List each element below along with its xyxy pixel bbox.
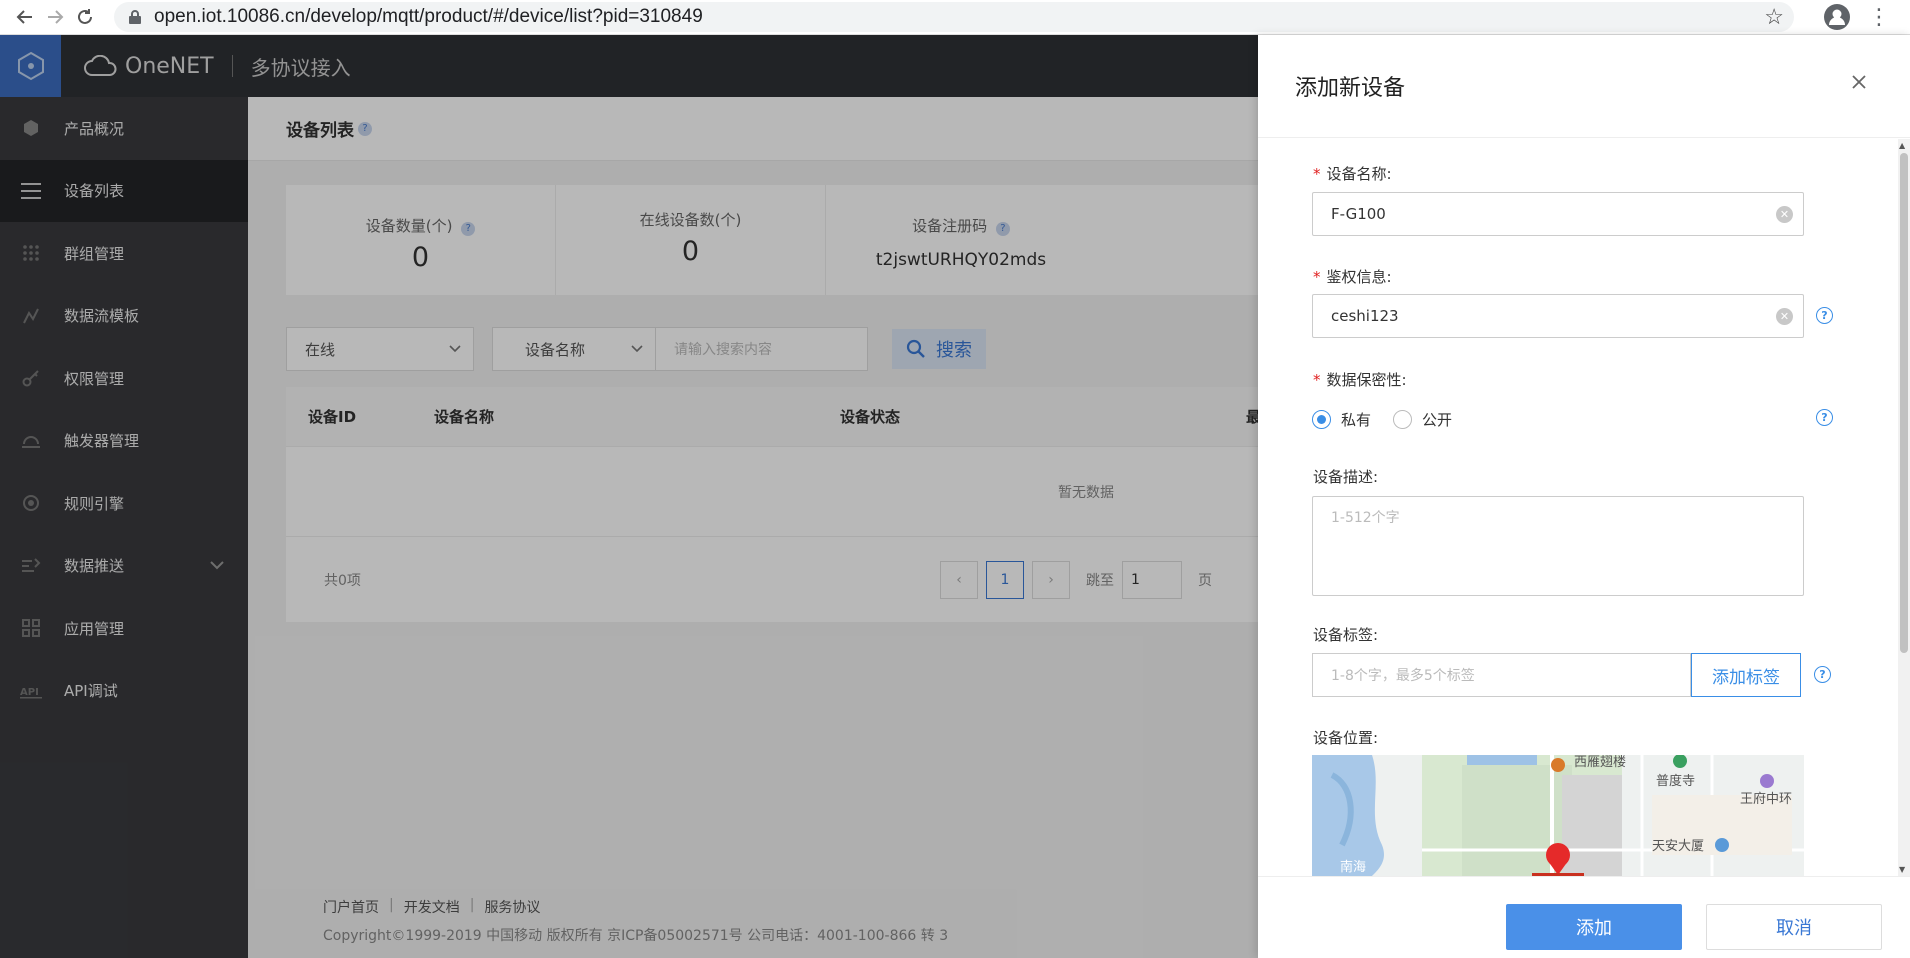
help-icon[interactable]: ? <box>1816 409 1833 426</box>
device-name-value: F-G100 <box>1331 205 1386 223</box>
bookmark-star-icon[interactable]: ☆ <box>1764 4 1784 30</box>
radio-public[interactable] <box>1393 410 1413 429</box>
add-device-button[interactable]: 添加 <box>1506 904 1682 950</box>
browser-menu-icon[interactable]: ⋮ <box>1868 5 1890 30</box>
reload-icon[interactable] <box>70 2 100 32</box>
lock-icon <box>129 10 141 24</box>
clear-input-icon[interactable]: ✕ <box>1776 308 1793 325</box>
drawer-header: 添加新设备 <box>1258 35 1910 138</box>
cancel-button[interactable]: 取消 <box>1706 904 1882 950</box>
scroll-thumb[interactable] <box>1900 153 1908 653</box>
desc-label: 设备描述: <box>1313 468 1379 486</box>
scroll-down-icon[interactable]: ▼ <box>1899 865 1905 874</box>
forward-arrow-icon[interactable] <box>40 2 70 32</box>
auth-label-text: 鉴权信息: <box>1326 268 1392 286</box>
desc-placeholder: 1-512个字 <box>1331 510 1400 526</box>
device-name-label-text: 设备名称: <box>1326 165 1392 183</box>
drawer-body: * 设备名称: F-G100 ✕ * 鉴权信息: ceshi123 ✕ ? * 数据保… <box>1258 139 1910 876</box>
tag-input[interactable]: 1-8个字，最多5个标签 <box>1312 653 1691 697</box>
map-label: 天安大厦 <box>1652 839 1704 854</box>
help-icon[interactable]: ? <box>1816 307 1833 324</box>
url-text: open.iot.10086.cn/develop/mqtt/product/#… <box>154 6 703 27</box>
drawer-scrollbar[interactable]: ▲ ▼ <box>1898 139 1910 876</box>
help-icon[interactable]: ? <box>1814 666 1831 683</box>
required-mark: * <box>1313 371 1321 389</box>
add-device-drawer: 添加新设备 * 设备名称: F-G100 ✕ * 鉴权信息: ceshi123 ✕ … <box>1258 35 1910 958</box>
location-map[interactable]: 西雁翅楼 普度寺 王府中环 天安大厦 南海 <box>1312 755 1804 876</box>
close-icon[interactable] <box>1848 71 1870 93</box>
auth-input[interactable]: ceshi123 ✕ <box>1312 294 1804 338</box>
privacy-radio-group: 私有 公开 <box>1312 409 1452 430</box>
desc-textarea[interactable]: 1-512个字 <box>1312 496 1804 596</box>
drawer-title: 添加新设备 <box>1295 76 1406 101</box>
map-label: 西雁翅楼 <box>1574 755 1626 770</box>
device-name-label: * 设备名称: <box>1313 163 1392 184</box>
auth-value: ceshi123 <box>1331 307 1399 325</box>
radio-private[interactable] <box>1312 410 1331 429</box>
scroll-up-icon[interactable]: ▲ <box>1899 141 1905 150</box>
radio-private-label[interactable]: 私有 <box>1341 409 1371 430</box>
device-name-input[interactable]: F-G100 ✕ <box>1312 192 1804 236</box>
tag-label: 设备标签: <box>1313 626 1379 644</box>
required-mark: * <box>1313 165 1321 183</box>
map-label: 南海 <box>1340 859 1366 875</box>
map-label: 普度寺 <box>1656 773 1695 789</box>
drawer-footer: 添加 取消 <box>1258 876 1910 958</box>
modal-overlay[interactable] <box>0 35 1258 958</box>
profile-avatar-icon[interactable] <box>1824 4 1850 30</box>
radio-public-label[interactable]: 公开 <box>1422 409 1452 430</box>
auth-label: * 鉴权信息: <box>1313 266 1392 287</box>
clear-input-icon[interactable]: ✕ <box>1776 206 1793 223</box>
required-mark: * <box>1313 268 1321 286</box>
location-label: 设备位置: <box>1313 729 1379 747</box>
privacy-label-text: 数据保密性: <box>1326 371 1407 389</box>
address-bar[interactable]: open.iot.10086.cn/develop/mqtt/product/#… <box>114 2 1794 32</box>
back-arrow-icon[interactable] <box>10 2 40 32</box>
add-tag-button[interactable]: 添加标签 <box>1691 653 1801 697</box>
map-tiles: 西雁翅楼 普度寺 王府中环 天安大厦 南海 <box>1312 755 1804 876</box>
browser-toolbar: open.iot.10086.cn/develop/mqtt/product/#… <box>0 0 1910 35</box>
privacy-label: * 数据保密性: <box>1313 369 1407 390</box>
map-label: 王府中环 <box>1740 792 1792 807</box>
tag-placeholder: 1-8个字，最多5个标签 <box>1331 668 1475 684</box>
